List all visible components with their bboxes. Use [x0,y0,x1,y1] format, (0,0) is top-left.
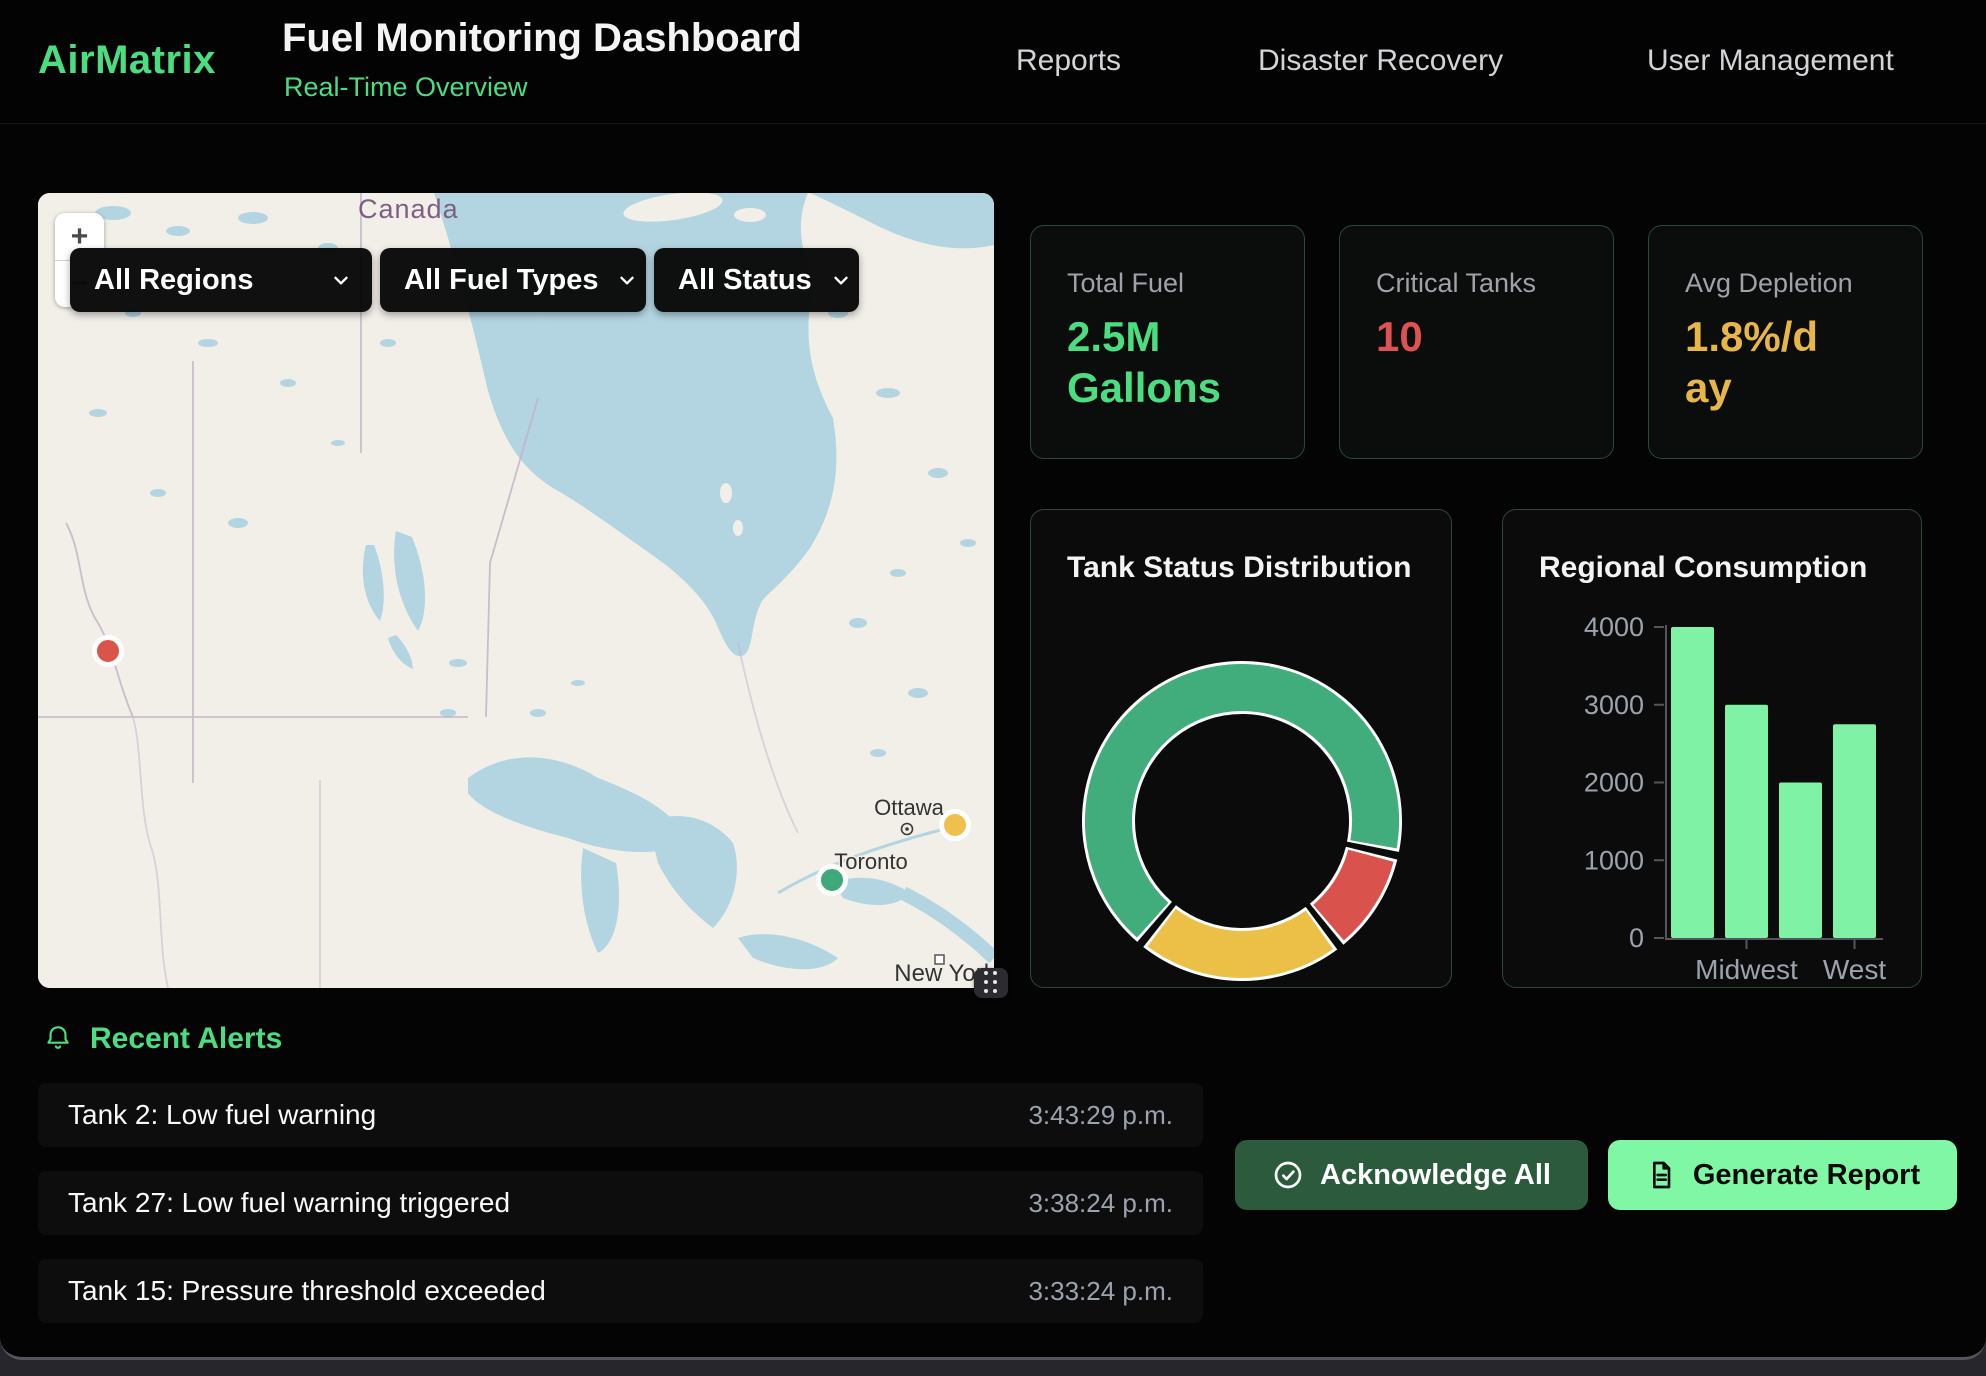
tank-marker[interactable] [95,638,122,665]
alert-row[interactable]: Tank 2: Low fuel warning 3:43:29 p.m. [38,1083,1203,1147]
map-canvas[interactable]: Canada Ottawa Toronto New York [38,193,994,988]
regions-filter-value: All Regions [94,264,254,297]
city-label-ottawa: Ottawa [874,795,944,820]
regional-bar-chart-svg: 0 1000 2000 3000 4000 Midwest West [1503,590,1923,989]
alert-timestamp: 3:43:29 p.m. [1028,1100,1173,1131]
header: AirMatrix Fuel Monitoring Dashboard Real… [0,0,1986,124]
stat-value: 1.8%/day [1685,311,1819,413]
stat-label: Critical Tanks [1376,268,1585,299]
stat-card-total-fuel: Total Fuel 2.5M Gallons [1030,225,1305,459]
country-label-canada: Canada [358,194,459,224]
map-filters: All Regions All Fuel Types All Status [70,248,859,312]
map-panel: Canada Ottawa Toronto New York + − [38,193,994,988]
acknowledge-all-button[interactable]: Acknowledge All [1235,1140,1588,1210]
alert-timestamp: 3:38:24 p.m. [1028,1188,1173,1219]
tank-status-donut-svg [1031,510,1453,989]
file-text-icon [1645,1159,1677,1191]
svg-text:4000: 4000 [1584,612,1644,642]
svg-text:West: West [1823,954,1886,985]
fuel-type-filter-dropdown[interactable]: All Fuel Types [380,248,646,312]
stat-value: 2.5M Gallons [1067,311,1275,413]
acknowledge-all-label: Acknowledge All [1320,1159,1551,1192]
alert-text: Tank 27: Low fuel warning triggered [68,1187,510,1219]
chevron-down-icon [830,269,852,291]
regional-consumption-card: Regional Consumption 0 1000 2000 3000 4000 Mi… [1502,509,1922,988]
circle-check-icon [1272,1159,1304,1191]
dashboard-app: AirMatrix Fuel Monitoring Dashboard Real… [0,0,1986,1360]
status-filter-value: All Status [678,264,812,297]
svg-text:0: 0 [1629,923,1644,953]
app-logo: AirMatrix [38,38,216,83]
bay-island [733,520,743,536]
alert-text: Tank 2: Low fuel warning [68,1099,376,1131]
bay-island [734,208,766,222]
page-title: Fuel Monitoring Dashboard [282,16,802,61]
svg-text:1000: 1000 [1584,845,1644,875]
tank-status-card: Tank Status Distribution [1030,509,1452,988]
nav-user-management[interactable]: User Management [1647,44,1894,78]
svg-text:3000: 3000 [1584,690,1644,720]
stat-value: 10 [1376,311,1585,362]
page-subtitle: Real-Time Overview [284,72,528,103]
stat-label: Avg Depletion [1685,268,1894,299]
svg-text:2000: 2000 [1584,768,1644,798]
bell-icon [42,1023,74,1055]
bay-island [720,483,732,503]
alert-row[interactable]: Tank 15: Pressure threshold exceeded 3:3… [38,1259,1203,1323]
regions-filter-dropdown[interactable]: All Regions [70,248,372,312]
bar-chart-title: Regional Consumption [1539,551,1867,585]
city-label-toronto: Toronto [834,849,907,874]
alert-row[interactable]: Tank 27: Low fuel warning triggered 3:38… [38,1171,1203,1235]
stat-label: Total Fuel [1067,268,1276,299]
resize-grip-handle[interactable] [974,968,1008,998]
nav-disaster-recovery[interactable]: Disaster Recovery [1258,44,1503,78]
tank-marker[interactable] [942,812,969,839]
generate-report-button[interactable]: Generate Report [1608,1140,1957,1210]
map[interactable]: Canada Ottawa Toronto New York + − [38,193,994,988]
svg-text:Midwest: Midwest [1695,954,1798,985]
tank-marker[interactable] [819,867,846,894]
chevron-down-icon [616,269,638,291]
recent-alerts-title: Recent Alerts [90,1022,282,1056]
alert-text: Tank 15: Pressure threshold exceeded [68,1275,546,1307]
fuel-type-filter-value: All Fuel Types [404,264,598,297]
stat-card-avg-depletion: Avg Depletion 1.8%/day [1648,225,1923,459]
generate-report-label: Generate Report [1693,1159,1920,1192]
chevron-down-icon [330,269,352,291]
nav-reports[interactable]: Reports [1016,44,1121,78]
stat-card-critical-tanks: Critical Tanks 10 [1339,225,1614,459]
page: AirMatrix Fuel Monitoring Dashboard Real… [0,0,1986,1376]
recent-alerts-header: Recent Alerts [42,1022,282,1056]
alert-timestamp: 3:33:24 p.m. [1028,1276,1173,1307]
status-filter-dropdown[interactable]: All Status [654,248,859,312]
